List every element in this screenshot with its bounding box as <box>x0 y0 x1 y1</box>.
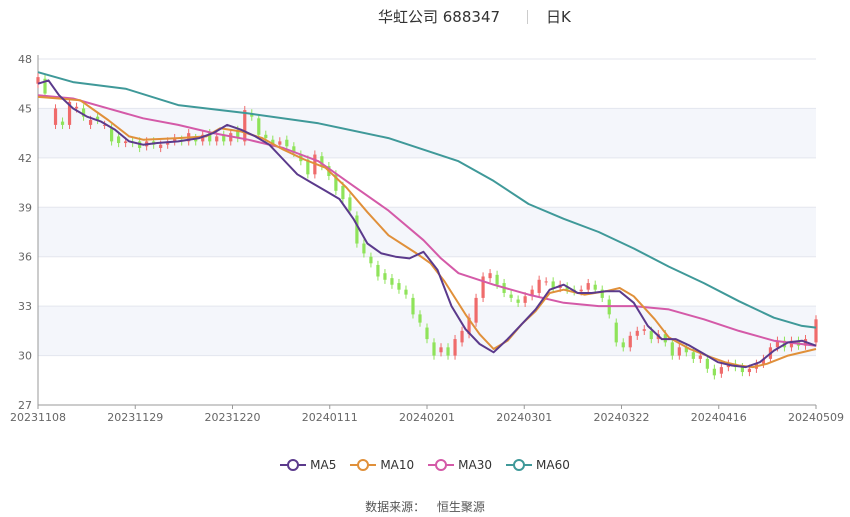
candle-body <box>460 330 464 343</box>
candle-body <box>411 297 415 315</box>
candle-body <box>60 121 65 125</box>
candle-body <box>425 327 429 340</box>
candle-body <box>719 367 723 374</box>
candle-body <box>383 273 387 280</box>
candle-body <box>628 335 632 348</box>
y-tick-label: 48 <box>18 53 32 66</box>
candle-body <box>814 319 818 343</box>
candle-body <box>698 355 702 359</box>
candle-body <box>243 110 247 142</box>
candle-body <box>117 136 121 144</box>
y-tick-label: 45 <box>18 102 32 115</box>
candle-body <box>355 215 359 244</box>
candle-body <box>621 342 625 348</box>
candle-body <box>264 134 268 139</box>
candle-body <box>740 367 745 373</box>
candle-body <box>278 141 282 145</box>
y-tick-label: 33 <box>18 300 32 313</box>
candle-body <box>586 283 590 290</box>
candle-body <box>362 243 366 254</box>
legend-label-ma30: MA30 <box>458 458 493 472</box>
y-tick-label: 42 <box>18 152 32 165</box>
legend-label-ma60: MA60 <box>536 458 570 472</box>
candle-body <box>544 281 548 283</box>
legend-item-ma30[interactable]: MA30 <box>428 458 492 472</box>
legend-item-ma10[interactable]: MA10 <box>350 458 414 472</box>
candle-body <box>369 256 373 264</box>
candle-body <box>488 273 492 279</box>
candle-body <box>593 284 597 290</box>
candle-body <box>439 347 443 353</box>
x-tick-label: 20240301 <box>496 411 552 424</box>
candle-body <box>747 368 752 373</box>
candle-body <box>677 347 681 356</box>
legend-item-ma60[interactable]: MA60 <box>506 458 570 472</box>
x-tick-label: 20231220 <box>205 411 261 424</box>
candlestick-chart: 273033363942454820231108 20231129 20231220… <box>10 53 844 424</box>
candle-body <box>670 342 674 356</box>
candle-body <box>418 314 422 323</box>
candle-body <box>376 264 380 277</box>
candle-body <box>635 330 639 336</box>
y-tick-label: 39 <box>18 201 32 214</box>
x-tick-label: 20240111 <box>302 411 358 424</box>
candle-body <box>509 294 513 298</box>
data-source: 数据来源： 恒生聚源 <box>0 498 850 515</box>
grid-band <box>38 207 816 257</box>
candle-body <box>495 274 499 285</box>
candle-body <box>397 283 401 290</box>
candle-body <box>348 197 352 211</box>
candle-body <box>53 108 58 125</box>
ma5-legend-dot <box>287 459 300 471</box>
candle-body <box>579 289 583 292</box>
source-label: 数据来源： <box>365 500 426 514</box>
candle-body <box>74 106 79 109</box>
candle-body <box>109 128 114 142</box>
candle-body <box>446 347 450 356</box>
x-tick-label: 20240509 <box>788 411 844 424</box>
x-tick-label: 20231129 <box>107 411 163 424</box>
candle-body <box>523 296 527 303</box>
candle-body <box>691 352 695 359</box>
candle-body <box>432 342 436 356</box>
chart-legend: MA5 MA10 MA30 MA60 <box>0 458 850 472</box>
candle-body <box>614 322 618 343</box>
candle-body <box>257 118 261 135</box>
candle-body <box>642 329 646 331</box>
candle-body <box>404 289 408 295</box>
candle-body <box>649 330 653 340</box>
candle-body <box>481 276 485 298</box>
candle-body <box>88 119 93 125</box>
candle-body <box>453 339 457 356</box>
y-tick-label: 30 <box>18 350 32 363</box>
candle-body <box>474 297 478 323</box>
candle-body <box>215 136 219 142</box>
candle-body <box>159 144 163 148</box>
ma60-legend-dot <box>513 459 526 471</box>
x-tick-label: 20240416 <box>691 411 747 424</box>
candle-body <box>124 141 128 144</box>
candle-body <box>285 139 289 147</box>
ma10-legend-dot <box>357 459 370 471</box>
x-tick-label: 20240322 <box>594 411 650 424</box>
legend-label-ma10: MA10 <box>380 458 415 472</box>
source-provider: 恒生聚源 <box>436 500 485 514</box>
x-tick-label: 20240201 <box>399 411 455 424</box>
candle-body <box>705 358 709 369</box>
legend-item-ma5[interactable]: MA5 <box>280 458 336 472</box>
legend-label-ma5: MA5 <box>310 458 337 472</box>
ma30-legend-dot <box>435 459 448 471</box>
y-tick-label: 36 <box>18 251 32 264</box>
candle-body <box>390 278 394 285</box>
candle-body <box>537 279 541 293</box>
candle-body <box>341 185 345 200</box>
x-tick-label: 20231108 <box>10 411 66 424</box>
candle-body <box>516 299 520 303</box>
candle-body <box>712 368 716 376</box>
